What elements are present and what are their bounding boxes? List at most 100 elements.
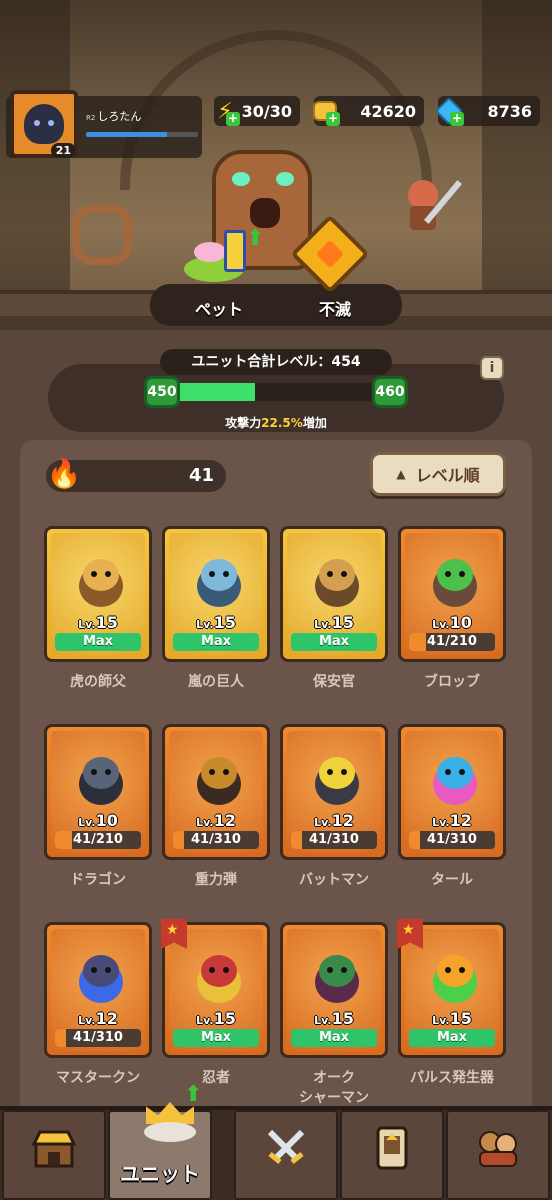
unit-name: 重力弾 [195,872,237,888]
unit-level: Lv.15 [432,1009,472,1028]
unit-name: ブロッブ [424,674,480,690]
gold-counter[interactable]: 42620 + [313,96,424,126]
nav-unit-label: ユニット [120,1162,200,1186]
sort-label: レベル順 [415,466,480,485]
unit-portrait [191,755,247,809]
unit-level: Lv.15 [196,613,236,632]
nav-shop[interactable] [2,1110,106,1200]
unit-card[interactable]: Lv.15Max [161,919,270,1058]
unit-portrait [309,557,365,611]
nav-battle[interactable] [234,1110,338,1200]
unit-card[interactable]: Lv.12 41/310 [280,724,388,860]
unit-portrait [427,557,483,611]
unit-level: Lv.15 [78,613,118,632]
unit-card[interactable]: Lv.10 41/210 [398,526,506,662]
unit-max-badge: Max [291,633,377,651]
pet-label: ペット [194,300,243,319]
player-profile[interactable]: 21 R2 しろたん [6,90,202,158]
crossed-swords-icon [262,1126,310,1170]
unit-max-badge: Max [409,1029,495,1047]
info-button[interactable]: i [480,356,504,380]
unit-portrait [309,953,365,1007]
unit-progress-bar: 41/310 [291,831,377,849]
unit-card[interactable]: Lv.15Max [280,526,388,662]
guild-icon [474,1126,522,1170]
unit-card[interactable]: Lv.10 41/210 [44,724,152,860]
immortal-button[interactable]: 不滅 [280,214,390,319]
unit-name: オーク シャーマン [299,1070,369,1106]
flame-icon: 🔥 [46,457,82,490]
unit-card[interactable]: Lv.15Max [397,919,506,1058]
unit-name: バットマン [299,872,369,888]
unit-level: Lv.12 [432,811,472,830]
unit-level: Lv.15 [196,1009,236,1028]
add-gems-button[interactable]: + [450,112,464,126]
unit-level: Lv.10 [78,811,118,830]
add-energy-button[interactable]: + [226,112,240,126]
unit-name: パルス発生器 [410,1070,494,1086]
avatar[interactable]: 21 [10,90,78,158]
unit-progress-bar: 41/310 [55,1029,141,1047]
unit-progress-bar: 41/210 [409,633,495,651]
unit-max-badge: Max [173,1029,259,1047]
unit-name: 保安官 [313,674,355,690]
xp-bar [86,132,198,137]
add-gold-button[interactable]: + [326,112,340,126]
unit-level: Lv.12 [314,811,354,830]
total-level-bar [170,383,382,401]
unit-card[interactable]: Lv.15Max [280,922,388,1058]
shop-icon [30,1126,78,1170]
unit-level: Lv.10 [432,613,472,632]
gem-value: 8736 [487,101,532,121]
battle-scene [0,0,552,330]
unit-name: タール [431,872,473,888]
unit-level: Lv.12 [78,1009,118,1028]
unit-max-badge: Max [173,633,259,651]
unit-name: ドラゴン [70,872,126,888]
pet-icon: ⬆ [184,226,264,290]
unit-card[interactable]: Lv.12 41/310 [162,724,270,860]
unit-card[interactable]: Lv.12 41/310 [398,724,506,860]
unit-max-badge: Max [55,633,141,651]
unit-level: Lv.15 [314,1009,354,1028]
unit-level: Lv.15 [314,613,354,632]
temple-pillar [0,0,70,330]
temple-pillar [482,0,552,330]
immortal-label: 不滅 [318,300,351,319]
hero-sprite [400,180,463,240]
unit-portrait [427,953,483,1007]
nav-guild[interactable] [446,1110,550,1200]
pet-button[interactable]: ⬆ ペット [164,226,274,319]
nav-cards[interactable] [340,1110,444,1200]
milestone-current: 450 [144,376,180,408]
unit-card[interactable]: Lv.15Max [44,526,152,662]
unit-name: 忍者 [202,1070,230,1086]
crown-icon: ⬆ [140,1082,202,1144]
gold-value: 42620 [360,101,416,121]
player-level: 21 [50,143,76,158]
triangle-up-icon: ▲ [396,467,406,481]
unit-progress-bar: 41/310 [173,831,259,849]
unit-portrait [309,755,365,809]
milestone-next: 460 [372,376,408,408]
gem-counter[interactable]: 8736 + [434,96,540,126]
sort-button[interactable]: ▲ レベル順 [370,452,506,496]
unit-card[interactable]: Lv.15Max [162,526,270,662]
unit-name: 虎の師父 [70,674,126,690]
unit-portrait [191,557,247,611]
unit-portrait [427,755,483,809]
unit-max-badge: Max [291,1029,377,1047]
unit-level: Lv.12 [196,811,236,830]
unit-name: 嵐の巨人 [188,674,244,690]
unit-progress-bar: 41/310 [409,831,495,849]
enemy-sprite [72,205,132,265]
unit-portrait [191,953,247,1007]
energy-value: 30/30 [241,101,292,121]
unit-progress-bar: 41/210 [55,831,141,849]
card-icon [368,1126,416,1170]
unit-card[interactable]: Lv.12 41/310 [44,922,152,1058]
unit-portrait [73,953,129,1007]
attack-bonus: 攻撃力22.5%増加 [225,416,327,430]
energy-counter[interactable]: 30/30 ⚡ + [214,96,300,126]
player-rank: R2 [86,114,96,122]
